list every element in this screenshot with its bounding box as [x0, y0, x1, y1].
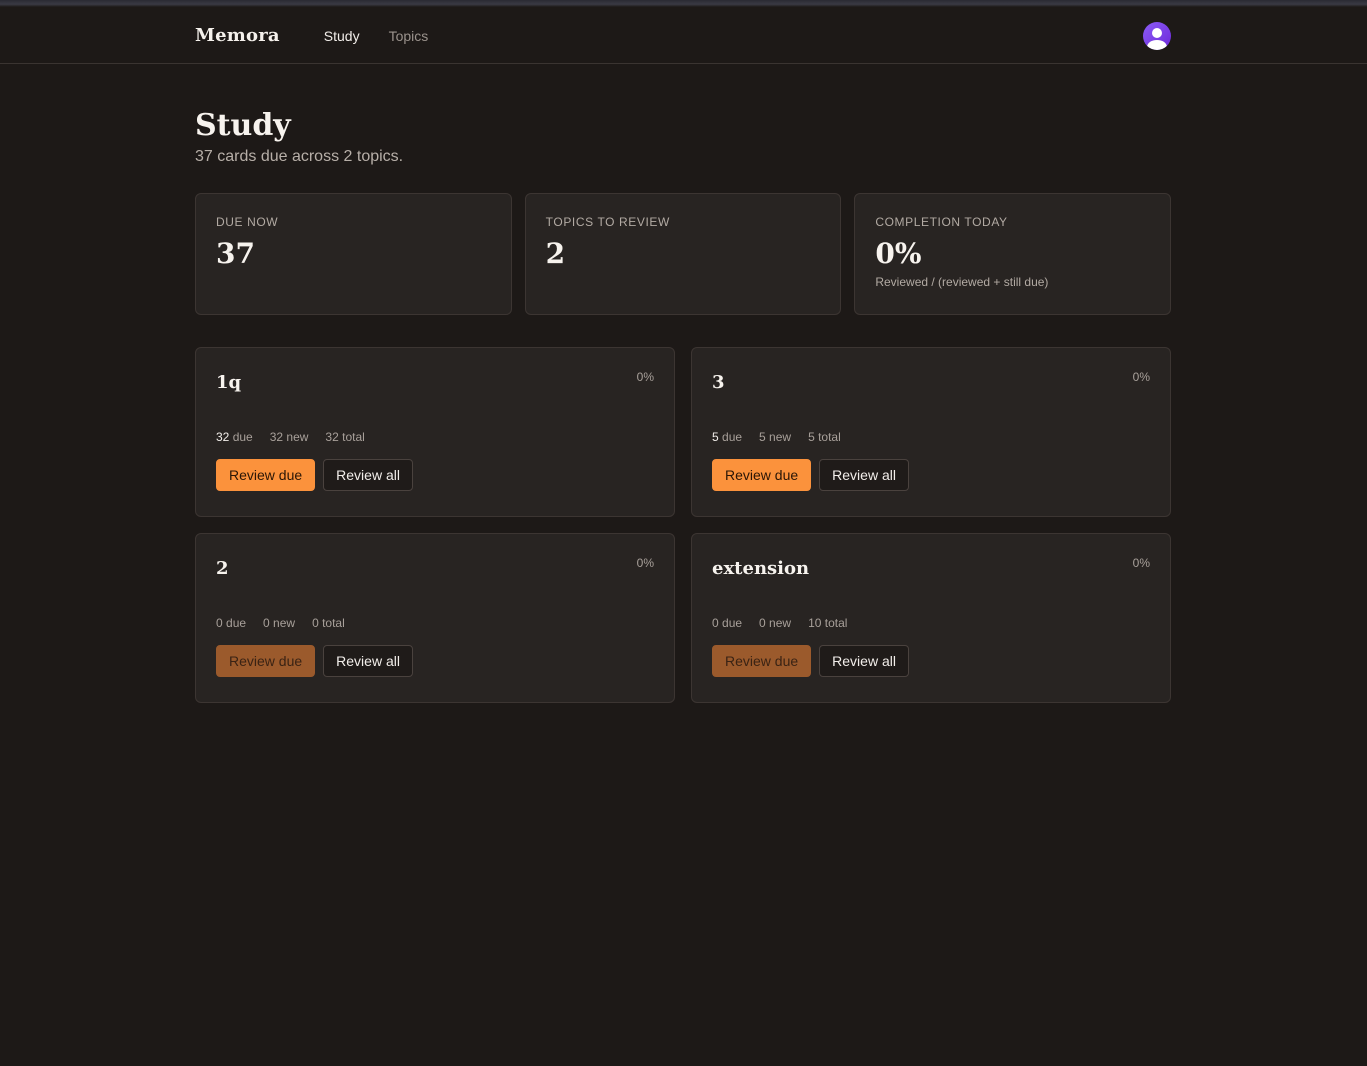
- stats-row: DUE NOW 37 TOPICS TO REVIEW 2 COMPLETION…: [195, 193, 1172, 315]
- topic-completion-percent: 0%: [636, 370, 654, 384]
- main-content: Study 37 cards due across 2 topics. DUE …: [195, 64, 1172, 703]
- topic-due-count: 32 due: [216, 430, 253, 444]
- topic-name: extension: [712, 558, 810, 579]
- topic-meta: 32 due 32 new 32 total: [216, 430, 654, 444]
- topic-actions: Review due Review all: [216, 459, 654, 491]
- topic-actions: Review due Review all: [216, 645, 654, 677]
- review-due-button[interactable]: Review due: [216, 459, 316, 491]
- page-subtitle: 37 cards due across 2 topics.: [195, 148, 404, 165]
- review-due-button[interactable]: Review due: [712, 459, 812, 491]
- topic-due-count: 5 due: [712, 430, 743, 444]
- page-title: Study: [195, 108, 291, 143]
- topic-meta: 5 due 5 new 5 total: [712, 430, 1150, 444]
- topic-card: 1q 0% 32 due 32 new 32 total Review due …: [195, 347, 675, 517]
- topic-total-count: 10 total: [808, 616, 848, 630]
- topic-name: 3: [712, 372, 725, 393]
- topic-total-count: 32 total: [325, 430, 365, 444]
- topic-completion-percent: 0%: [1132, 370, 1150, 384]
- avatar-head-shape: [1152, 27, 1162, 38]
- stat-label: TOPICS TO REVIEW: [545, 215, 670, 229]
- topic-actions: Review due Review all: [712, 645, 1150, 677]
- topic-new-count: 5 new: [759, 430, 792, 444]
- stat-card-completion-today: COMPLETION TODAY 0% Reviewed / (reviewed…: [854, 193, 1172, 315]
- topic-new-count: 0 new: [759, 616, 792, 630]
- nav-link-topics[interactable]: Topics: [389, 28, 429, 44]
- brand-logo[interactable]: Memora: [195, 25, 280, 46]
- review-due-button[interactable]: Review due: [712, 645, 812, 677]
- nav-link-study[interactable]: Study: [324, 28, 360, 44]
- topic-completion-percent: 0%: [636, 556, 654, 570]
- stat-value: 2: [545, 237, 566, 270]
- stat-card-topics-to-review: TOPICS TO REVIEW 2: [524, 193, 842, 315]
- topic-new-count: 32 new: [269, 430, 309, 444]
- topic-card: 2 0% 0 due 0 new 0 total Review due Revi…: [195, 533, 675, 703]
- user-avatar-icon[interactable]: [1143, 21, 1171, 50]
- topic-name: 2: [216, 558, 229, 579]
- stat-value: 37: [216, 237, 255, 270]
- stat-value: 0%: [875, 237, 922, 270]
- topic-actions: Review due Review all: [712, 459, 1150, 491]
- stat-note: Reviewed / (reviewed + still due): [875, 275, 1049, 289]
- stat-card-due-now: DUE NOW 37: [195, 193, 512, 315]
- topic-card: 3 0% 5 due 5 new 5 total Review due Revi…: [691, 347, 1171, 517]
- navbar-inner: Memora Study Topics: [195, 7, 1171, 64]
- window-top-strip: [0, 0, 1367, 7]
- topic-meta: 0 due 0 new 10 total: [712, 616, 1150, 630]
- review-all-button[interactable]: Review all: [819, 459, 909, 491]
- topic-completion-percent: 0%: [1132, 556, 1150, 570]
- review-all-button[interactable]: Review all: [323, 645, 413, 677]
- review-all-button[interactable]: Review all: [323, 459, 413, 491]
- review-due-button[interactable]: Review due: [216, 645, 316, 677]
- topic-card: extension 0% 0 due 0 new 10 total Review…: [691, 533, 1171, 703]
- topic-due-count: 0 due: [712, 616, 743, 630]
- stat-label: DUE NOW: [216, 215, 279, 229]
- avatar-body-shape: [1147, 39, 1167, 50]
- topic-total-count: 5 total: [808, 430, 841, 444]
- review-all-button[interactable]: Review all: [819, 645, 909, 677]
- topic-grid: 1q 0% 32 due 32 new 32 total Review due …: [195, 347, 1171, 703]
- topic-due-count: 0 due: [216, 616, 247, 630]
- topic-name: 1q: [216, 372, 242, 393]
- top-navbar: Memora Study Topics: [0, 7, 1367, 64]
- topic-new-count: 0 new: [263, 616, 296, 630]
- stat-label: COMPLETION TODAY: [875, 215, 1008, 229]
- topic-total-count: 0 total: [312, 616, 345, 630]
- topic-meta: 0 due 0 new 0 total: [216, 616, 654, 630]
